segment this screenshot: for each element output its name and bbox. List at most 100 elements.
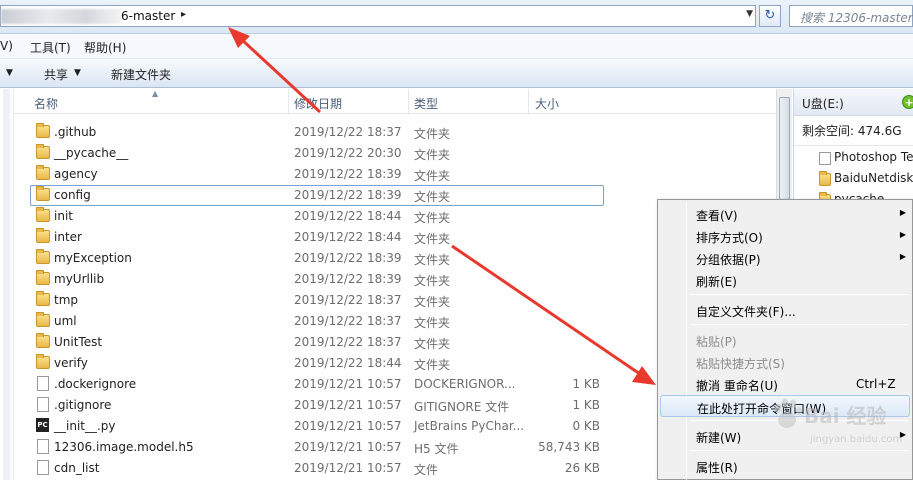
watermark-text: Bai 经验 [804, 404, 887, 428]
menu-item-label: 新建(W) [696, 431, 742, 445]
folder-icon [36, 144, 50, 159]
file-type: DOCKERIGNOR... [414, 377, 516, 391]
share-button[interactable]: 共享 [44, 66, 68, 83]
column-divider[interactable] [528, 89, 529, 114]
file-date: 2019/12/22 18:44 [294, 209, 402, 223]
folder-icon [36, 291, 50, 306]
drive-title[interactable]: U盘(E:) [802, 95, 844, 112]
file-name: inter [54, 230, 82, 244]
baidu-paw-icon [774, 398, 802, 428]
menu-bar: V) 工具(T) 帮助(H) [0, 35, 913, 59]
file-date: 2019/12/22 18:39 [294, 251, 402, 265]
menu-help[interactable]: 帮助(H) [84, 39, 126, 56]
address-path-text[interactable]: 6-master [121, 9, 175, 23]
column-size[interactable]: 大小 [535, 95, 559, 112]
column-modified[interactable]: 修改日期 [294, 95, 342, 112]
column-divider[interactable] [288, 89, 289, 114]
column-type[interactable]: 类型 [414, 95, 438, 112]
file-icon [819, 152, 831, 165]
file-type: GITIGNORE 文件 [414, 400, 510, 414]
file-name: myException [54, 251, 132, 265]
menu-item-paste-shortcut[interactable]: 粘贴快捷方式(S) [660, 351, 910, 373]
file-date: 2019/12/21 10:57 [294, 398, 402, 412]
menu-item-label: 查看(V) [696, 209, 738, 223]
menu-separator [690, 294, 908, 295]
address-bar[interactable]: 6-master ▸ ▼ [0, 5, 756, 27]
refresh-button[interactable]: ↻ [759, 5, 781, 27]
file-type: 文件夹 [414, 169, 451, 183]
file-date: 2019/12/21 10:57 [294, 440, 402, 454]
file-icon [37, 439, 49, 454]
folder-icon [36, 333, 50, 348]
file-name: cdn_list [54, 461, 100, 475]
file-type: 文件夹 [414, 127, 451, 141]
file-date: 2019/12/22 18:44 [294, 356, 402, 370]
folder-icon [36, 186, 50, 201]
file-name: uml [54, 314, 77, 328]
column-name[interactable]: 名称 [34, 95, 58, 112]
drive-panel-header: U盘(E:) + [794, 89, 913, 116]
file-type: 文件夹 [414, 190, 451, 204]
file-size: 1 KB [572, 398, 600, 412]
address-dropdown-icon[interactable]: ▼ [746, 9, 753, 19]
share-dropdown-icon[interactable]: ▼ [74, 68, 81, 78]
file-row[interactable]: .github 2019/12/22 18:37 文件夹 [14, 122, 776, 143]
file-icon [37, 460, 49, 475]
file-name: .github [54, 125, 97, 139]
menu-separator [690, 324, 908, 325]
folder-icon [36, 165, 50, 180]
file-date: 2019/12/22 20:30 [294, 146, 402, 160]
menu-item-paste[interactable]: 粘贴(P) [660, 329, 910, 351]
folder-icon [36, 249, 50, 264]
file-name: init [54, 209, 73, 223]
nav-scrollbar[interactable] [3, 89, 10, 480]
file-size: 0 KB [572, 419, 600, 433]
drive-item[interactable]: BaiduNetdisk [834, 171, 913, 185]
breadcrumb-arrow-icon[interactable]: ▸ [181, 9, 186, 20]
file-type: JetBrains PyChar... [414, 419, 525, 433]
menu-item-label: 粘贴(P) [696, 335, 737, 349]
file-size: 1 KB [572, 377, 600, 391]
menu-item-group-by[interactable]: 分组依据(P) ▶ [660, 247, 910, 269]
file-name: .gitignore [54, 398, 112, 412]
column-header: ▲ 名称 修改日期 类型 大小 [14, 89, 776, 114]
column-divider[interactable] [408, 89, 409, 114]
add-icon[interactable]: + [902, 95, 913, 109]
drive-item[interactable]: Photoshop Te [834, 150, 913, 164]
file-type: 文件夹 [414, 358, 451, 372]
search-input[interactable]: 搜索 12306-master [789, 5, 913, 27]
menu-item-label: 属性(R) [696, 461, 738, 475]
file-size: 26 KB [564, 461, 600, 475]
menu-item-customize-folder[interactable]: 自定义文件夹(F)... [660, 299, 910, 321]
file-type: 文件夹 [414, 232, 451, 246]
file-icon [37, 376, 49, 391]
menu-tools[interactable]: 工具(T) [30, 39, 71, 56]
organize-dropdown-icon[interactable]: ▼ [6, 68, 13, 78]
folder-icon [819, 171, 831, 186]
folder-icon [36, 312, 50, 327]
menu-view[interactable]: V) [0, 39, 13, 53]
file-date: 2019/12/22 18:37 [294, 293, 402, 307]
file-type: H5 文件 [414, 442, 459, 456]
menu-item-label: 粘贴快捷方式(S) [696, 357, 785, 371]
sort-ascending-icon: ▲ [152, 89, 159, 98]
file-type: 文件夹 [414, 316, 451, 330]
menu-item-label: 排序方式(O) [696, 231, 763, 245]
new-folder-button[interactable]: 新建文件夹 [111, 66, 171, 83]
pycharm-icon: PC [36, 418, 49, 432]
drive-item-list: Photoshop TeBaiduNetdiskpycache [794, 145, 913, 207]
menu-item-label: 分组依据(P) [696, 253, 761, 267]
file-name: myUrllib [54, 272, 105, 286]
menu-item-shortcut: Ctrl+Z [856, 377, 896, 391]
file-date: 2019/12/21 10:57 [294, 461, 402, 475]
menu-item-refresh[interactable]: 刷新(E) [660, 269, 910, 291]
file-name: verify [54, 356, 88, 370]
menu-item-view[interactable]: 查看(V) ▶ [660, 203, 910, 225]
blurred-path-segment [1, 9, 121, 24]
free-space-label: 剩余空间: 474.6G [802, 124, 902, 138]
file-row[interactable]: __pycache__ 2019/12/22 20:30 文件夹 [14, 143, 776, 164]
file-type: 文件 [414, 463, 439, 477]
menu-item-sort-by[interactable]: 排序方式(O) ▶ [660, 225, 910, 247]
file-row[interactable]: agency 2019/12/22 18:39 文件夹 [14, 164, 776, 185]
file-name: agency [54, 167, 98, 181]
